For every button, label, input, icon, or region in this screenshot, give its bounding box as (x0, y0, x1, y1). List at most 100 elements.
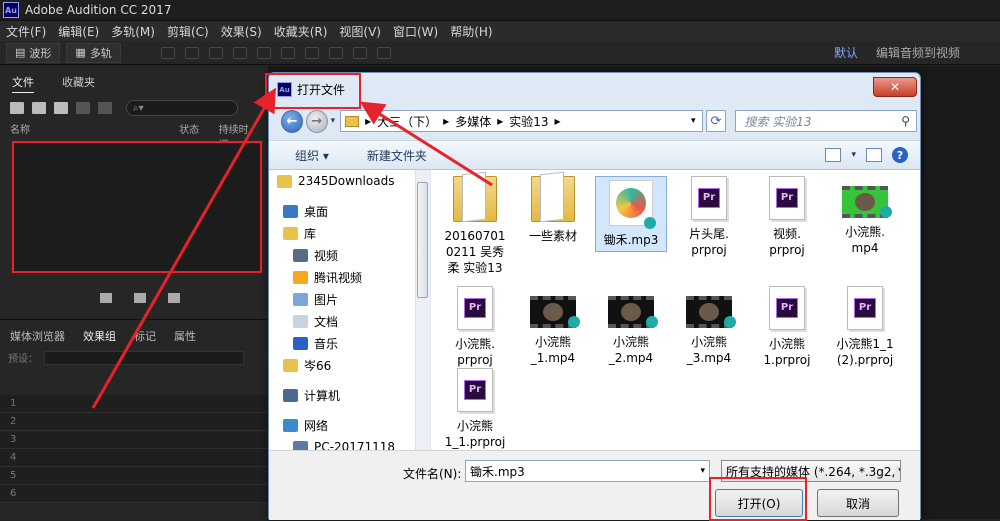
nav-item[interactable]: 岑66 (269, 354, 416, 376)
file-item[interactable]: 小浣熊. mp4 (829, 176, 901, 256)
menu-help[interactable]: 帮助(H) (444, 23, 498, 40)
new-file-icon[interactable] (54, 102, 68, 114)
rack-slot[interactable]: 1 (0, 395, 268, 413)
autoplay-icon[interactable] (168, 293, 180, 303)
rack-slot[interactable]: 3 (0, 431, 268, 449)
tab-effects-rack[interactable]: 效果组 (83, 328, 116, 344)
view-dropdown-icon[interactable]: ▾ (851, 150, 856, 160)
razor-tool-icon[interactable] (232, 46, 247, 59)
nav-item[interactable]: 库 (269, 222, 416, 244)
filename-input[interactable]: 锄禾.mp3 ▾ (465, 460, 710, 482)
back-button[interactable]: ← (281, 109, 303, 133)
nav-item[interactable]: 文档 (269, 310, 416, 332)
nav-item[interactable]: 桌面 (269, 200, 416, 222)
address-dropdown-icon[interactable]: ▾ (691, 116, 702, 126)
file-item[interactable]: 20160701 0211 吴秀 柔 实验13 (439, 176, 511, 276)
insert-into-multitrack-icon[interactable] (76, 102, 90, 114)
new-folder-button[interactable]: 新建文件夹 (367, 147, 427, 164)
waveform-icon: ▤ (15, 46, 26, 59)
forward-button[interactable]: → (305, 109, 328, 133)
files-search-input[interactable]: ⌕▾ (126, 100, 238, 116)
file-item-label: 视频. prproj (769, 227, 805, 257)
spectral-display-icon[interactable] (160, 46, 175, 59)
nav-item[interactable]: 图片 (269, 288, 416, 310)
recent-locations-icon[interactable]: ▾ (331, 116, 336, 126)
nav-item[interactable]: 视频 (269, 244, 416, 266)
tab-markers[interactable]: 标记 (134, 328, 156, 344)
address-bar[interactable]: ▸ 大三（下） ▸ 多媒体 ▸ 实验13 ▸ ▾ (340, 110, 703, 132)
breadcrumb-item[interactable]: 多媒体 (455, 113, 491, 130)
waveform-view-button[interactable]: ▤ 波形 (6, 42, 61, 63)
nav-item[interactable]: PC-20171118 (269, 436, 416, 450)
menu-multitrack[interactable]: 多轨(M) (105, 23, 161, 40)
help-icon[interactable]: ? (892, 147, 908, 163)
video-file-icon (608, 296, 658, 328)
nav-item[interactable]: 腾讯视频 (269, 266, 416, 288)
marquee-tool-icon[interactable] (304, 46, 319, 59)
menu-file[interactable]: 文件(F) (0, 23, 52, 40)
breadcrumb-item[interactable]: 实验13 (509, 113, 548, 130)
filename-dropdown-icon[interactable]: ▾ (700, 466, 709, 476)
premiere-badge: Pr (698, 188, 720, 208)
scrollbar-thumb[interactable] (417, 182, 428, 298)
workspace-default[interactable]: 默认 (834, 44, 858, 61)
file-item[interactable]: 锄禾.mp3 (595, 176, 667, 252)
nav-item[interactable]: 音乐 (269, 332, 416, 354)
file-item[interactable]: 小浣熊 _2.mp4 (595, 286, 667, 366)
change-view-icon[interactable] (825, 148, 842, 162)
slip-tool-icon[interactable] (256, 46, 271, 59)
rack-slot[interactable]: 4 (0, 449, 268, 467)
loop-icon[interactable] (134, 293, 146, 303)
multitrack-view-button[interactable]: ▦ 多轨 (66, 42, 121, 63)
play-icon[interactable] (100, 293, 112, 303)
nav-item[interactable]: 2345Downloads (269, 170, 416, 192)
tab-media-browser[interactable]: 媒体浏览器 (10, 328, 65, 344)
search-input[interactable]: 搜索 实验13 ⚲ (735, 110, 917, 132)
cancel-button[interactable]: 取消 (817, 489, 899, 517)
files-list-highlighted[interactable] (12, 141, 262, 273)
rack-slot[interactable]: 2 (0, 413, 268, 431)
workspace-edit-audio-to-video[interactable]: 编辑音频到视频 (876, 44, 960, 61)
premiere-project-icon: Pr (691, 176, 727, 220)
close-button[interactable]: ✕ (873, 77, 917, 97)
tab-files[interactable]: 文件 (12, 74, 34, 93)
tab-properties[interactable]: 属性 (174, 328, 196, 344)
file-item-label: 小浣熊1_1 (2).prproj (836, 337, 894, 367)
file-item[interactable]: 小浣熊 _1.mp4 (517, 286, 589, 366)
file-item[interactable]: Pr 片头尾. prproj (673, 176, 745, 258)
file-item[interactable]: 小浣熊 _3.mp4 (673, 286, 745, 366)
menu-effects[interactable]: 效果(S) (215, 23, 268, 40)
delete-icon[interactable] (98, 102, 112, 114)
file-item[interactable]: Pr 小浣熊. prproj (439, 286, 511, 368)
brush-tool-icon[interactable] (352, 46, 367, 59)
file-item[interactable]: 一些素材 (517, 176, 589, 244)
file-item[interactable]: Pr 小浣熊1_1 (2).prproj (829, 286, 901, 368)
nav-item[interactable]: 网络 (269, 414, 416, 436)
lasso-tool-icon[interactable] (328, 46, 343, 59)
spot-healing-tool-icon[interactable] (376, 46, 391, 59)
breadcrumb-item[interactable]: 大三（下） (377, 113, 437, 130)
preset-select[interactable] (44, 350, 244, 365)
file-item[interactable]: Pr 视频. prproj (751, 176, 823, 258)
time-selection-tool-icon[interactable] (280, 46, 295, 59)
menu-edit[interactable]: 编辑(E) (52, 23, 105, 40)
import-file-icon[interactable] (32, 102, 46, 114)
search-icon: ⚲ (901, 114, 910, 128)
tab-favorites[interactable]: 收藏夹 (62, 74, 95, 93)
menu-clip[interactable]: 剪辑(C) (161, 23, 215, 40)
move-tool-icon[interactable] (208, 46, 223, 59)
menu-favorites[interactable]: 收藏夹(R) (268, 23, 334, 40)
refresh-button[interactable]: ⟳ (705, 110, 727, 132)
chevron-down-icon: ▾ (895, 466, 900, 476)
rack-slot[interactable]: 6 (0, 485, 268, 503)
file-item[interactable]: Pr 小浣熊 1.prproj (751, 286, 823, 368)
organize-menu-button[interactable]: 组织 ▾ (295, 147, 329, 164)
pitch-display-icon[interactable] (184, 46, 199, 59)
menu-view[interactable]: 视图(V) (333, 23, 387, 40)
open-file-icon[interactable] (10, 102, 24, 114)
menu-window[interactable]: 窗口(W) (387, 23, 444, 40)
rack-slot[interactable]: 5 (0, 467, 268, 485)
file-item[interactable]: Pr 小浣熊 1_1.prproj (439, 368, 511, 450)
preview-pane-icon[interactable] (866, 148, 882, 162)
nav-item[interactable]: 计算机 (269, 384, 416, 406)
